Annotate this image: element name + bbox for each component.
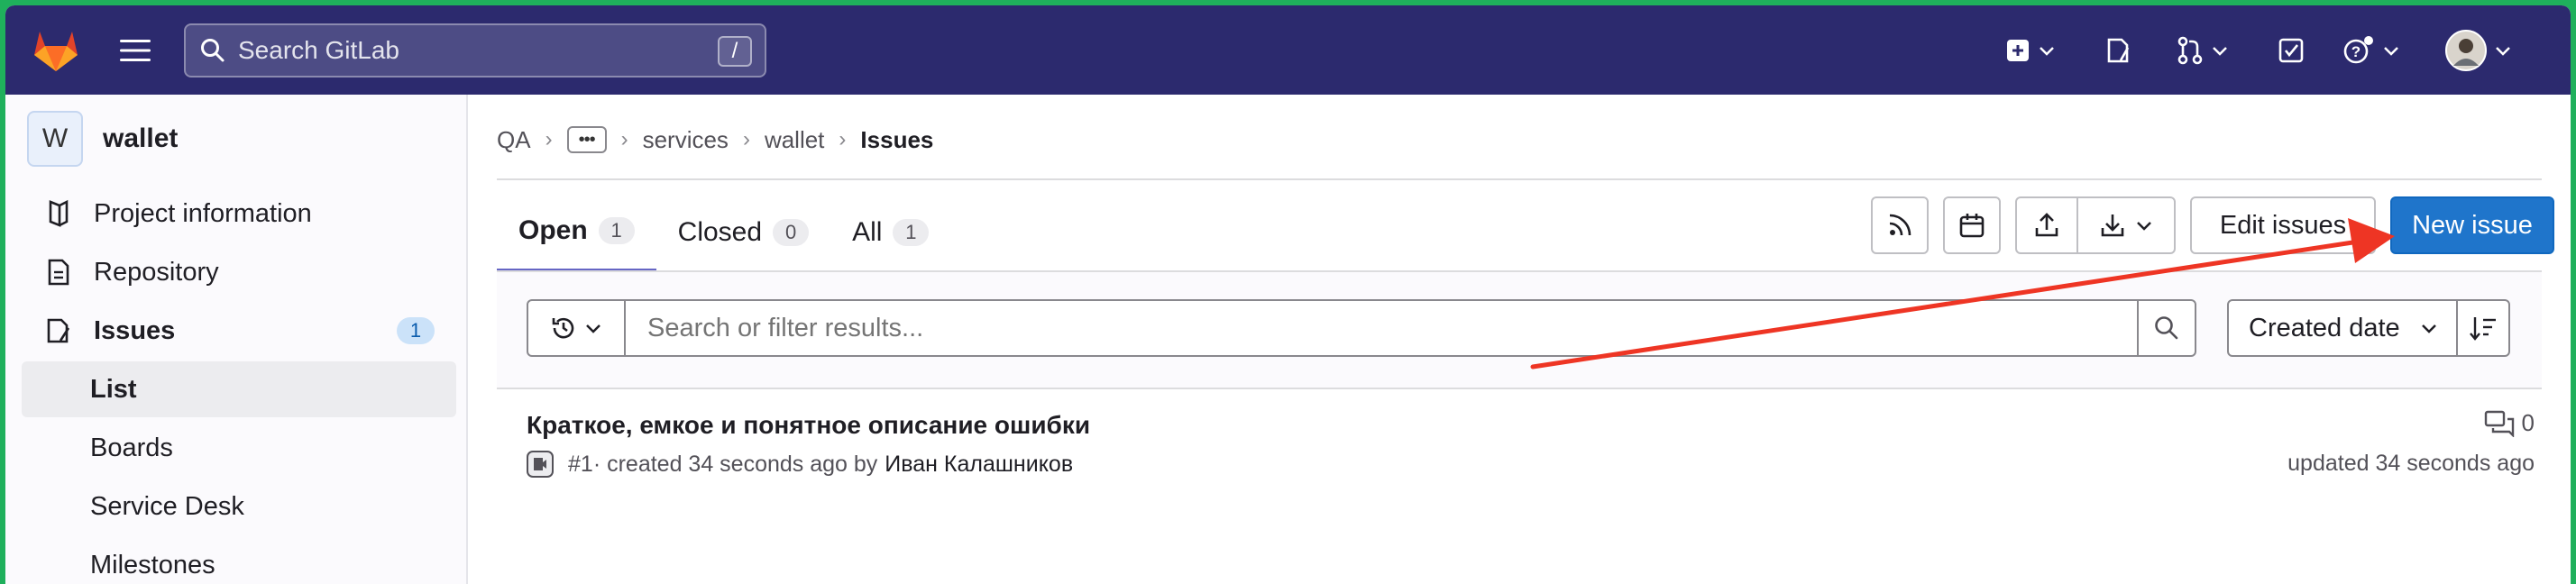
breadcrumb-qa[interactable]: QA: [497, 126, 531, 154]
repository-icon: [43, 257, 74, 287]
merge-requests-button[interactable]: [2177, 27, 2229, 74]
gitlab-logo-icon[interactable]: [31, 25, 81, 76]
history-icon: [552, 317, 574, 339]
search-shortcut-key: /: [718, 36, 752, 67]
upload-icon: [2035, 213, 2058, 237]
comments-icon: [2484, 410, 2514, 437]
chevron-right-icon: ›: [620, 127, 628, 151]
breadcrumb-more-button[interactable]: •••: [566, 126, 607, 153]
tab-all[interactable]: All 1: [830, 193, 950, 272]
sidebar-item-service-desk[interactable]: Service Desk: [22, 479, 456, 534]
chevron-right-icon: ›: [839, 127, 847, 151]
chevron-down-icon: [2213, 47, 2227, 56]
chevron-down-icon: [2422, 324, 2436, 333]
user-menu-button[interactable]: [2445, 27, 2512, 74]
divider: [497, 388, 2542, 389]
new-issue-button[interactable]: New issue: [2390, 196, 2554, 254]
todo-button[interactable]: [2278, 27, 2305, 74]
tab-count: 1: [598, 217, 635, 244]
sort-lowest-icon: [2470, 317, 2496, 341]
edit-issues-button[interactable]: Edit issues: [2190, 196, 2376, 254]
chevron-right-icon: ›: [545, 127, 553, 151]
sidebar-project-header[interactable]: W wallet: [27, 111, 178, 167]
tab-count: 0: [773, 219, 810, 246]
issues-icon: [43, 315, 74, 346]
issue-updated-time: updated 34 seconds ago: [2287, 451, 2535, 476]
breadcrumb: QA › ••• › services › wallet › Issues: [497, 120, 933, 160]
calendar-icon: [1959, 214, 1985, 238]
avatar: [2445, 30, 2487, 71]
breadcrumb-issues[interactable]: Issues: [860, 126, 933, 154]
chevron-right-icon: ›: [742, 127, 750, 151]
filter-search-button[interactable]: [2137, 299, 2196, 357]
calendar-feed-button[interactable]: [1943, 196, 2001, 254]
project-sidebar: W wallet Project information Repository …: [5, 95, 468, 584]
issue-meta: #1 · created 34 seconds ago by Иван Кала…: [527, 451, 1073, 478]
recent-searches-button[interactable]: [527, 299, 626, 357]
plus-square-icon: [2007, 40, 2029, 61]
import-issues-button[interactable]: [2015, 196, 2078, 254]
issue-author-link[interactable]: Иван Калашников: [885, 452, 1073, 478]
tab-count: 1: [893, 219, 930, 246]
sidebar-item-list[interactable]: List: [22, 361, 456, 417]
menu-icon[interactable]: [117, 32, 153, 68]
search-icon: [200, 37, 227, 64]
issues-count-badge: 1: [397, 317, 435, 344]
project-avatar: W: [27, 111, 83, 167]
sort-label: Created date: [2249, 313, 2400, 342]
merge-request-icon: [2177, 36, 2203, 65]
global-search-input[interactable]: Search GitLab /: [184, 23, 766, 78]
download-icon: [2101, 214, 2124, 237]
issue-created-text: · created 34 seconds ago by: [592, 451, 878, 477]
sort-direction-button[interactable]: [2456, 299, 2510, 357]
rss-icon: [1889, 214, 1911, 236]
filter-search-input[interactable]: [624, 299, 2139, 357]
issues-nav-button[interactable]: [2104, 27, 2131, 74]
rss-feed-button[interactable]: [1871, 196, 1929, 254]
chevron-down-icon: [2040, 47, 2054, 56]
create-new-button[interactable]: [2005, 27, 2056, 74]
breadcrumb-wallet[interactable]: wallet: [765, 126, 824, 154]
todo-check-icon: [2278, 38, 2304, 63]
issue-comments-count[interactable]: 0: [2484, 409, 2535, 437]
issue-state-tabs: Open 1 Closed 0 All 1: [497, 193, 950, 272]
divider: [497, 178, 2542, 180]
search-placeholder: Search GitLab: [238, 36, 399, 64]
breadcrumb-services[interactable]: services: [643, 126, 729, 154]
sidebar-item-repository[interactable]: Repository: [22, 244, 456, 300]
sidebar-item-issues[interactable]: Issues 1: [22, 303, 456, 359]
tab-open[interactable]: Open 1: [497, 193, 656, 272]
top-navbar: Search GitLab / ?: [5, 5, 2571, 95]
sort-by-dropdown[interactable]: Created date: [2227, 299, 2458, 357]
issue-title-link[interactable]: Краткое, емкое и понятное описание ошибк…: [527, 411, 1090, 440]
tab-closed[interactable]: Closed 0: [656, 193, 830, 272]
project-name: wallet: [103, 123, 179, 153]
search-icon: [2155, 316, 2178, 340]
sidebar-item-boards[interactable]: Boards: [22, 420, 456, 476]
export-issues-button[interactable]: [2076, 196, 2176, 254]
issues-icon: [2107, 38, 2130, 63]
svg-text:?: ?: [2351, 43, 2361, 60]
chevron-down-icon: [2384, 47, 2398, 56]
sidebar-item-project-information[interactable]: Project information: [22, 186, 456, 242]
project-info-icon: [43, 198, 74, 229]
chevron-down-icon: [2137, 222, 2151, 231]
help-button[interactable]: ?: [2342, 27, 2400, 74]
chevron-down-icon: [2496, 47, 2510, 56]
app-window: Search GitLab / ? W wallet Project infor…: [5, 5, 2571, 584]
sidebar-item-milestones[interactable]: Milestones: [22, 537, 456, 584]
chevron-down-icon: [586, 324, 600, 333]
help-icon: ?: [2343, 36, 2373, 64]
issue-type-icon: [527, 451, 554, 478]
issue-ref[interactable]: #1: [568, 452, 593, 478]
